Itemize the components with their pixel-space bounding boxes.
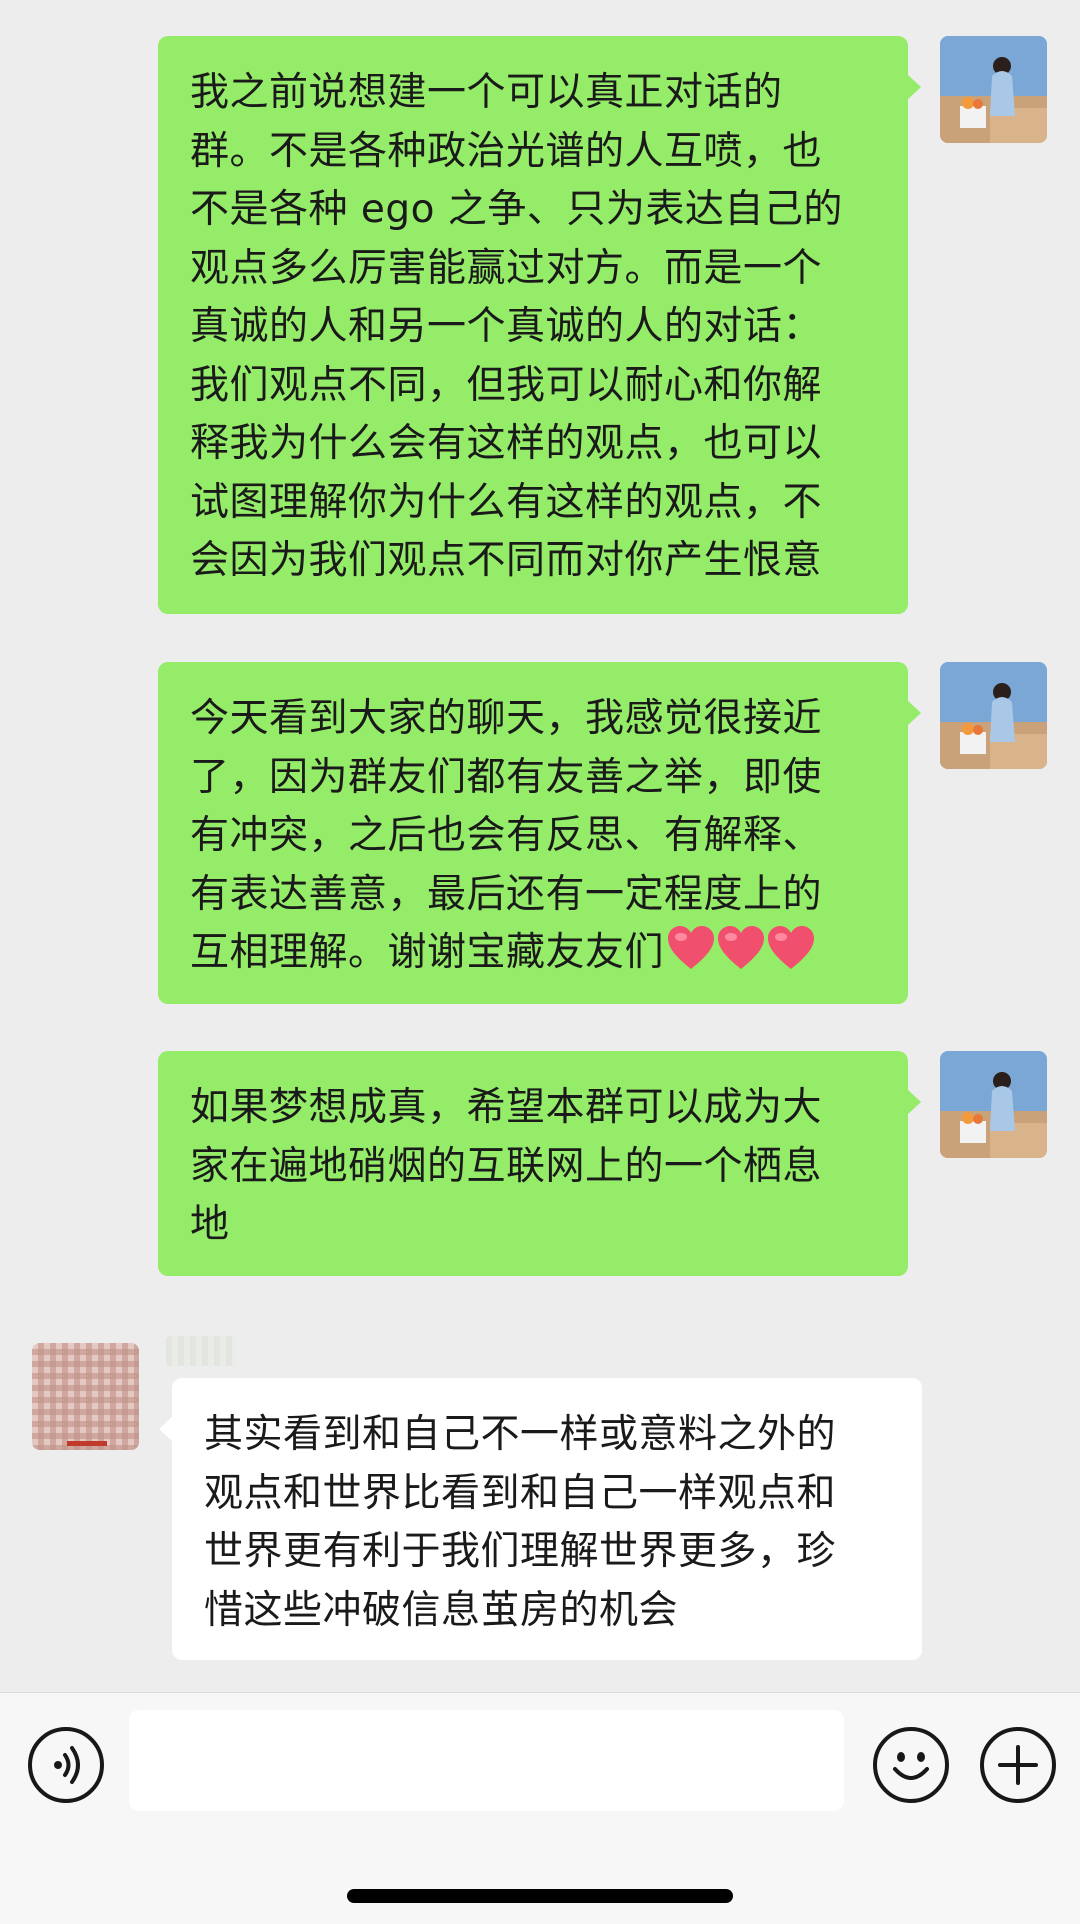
message-line: 有冲突，之后也会有反思、有解释、 — [190, 813, 823, 858]
more-button[interactable] — [980, 1727, 1056, 1803]
chat-area: 我之前说想建一个可以真正对话的 群。不是各种政治光谱的人互喷，也 不是各种 eg… — [0, 0, 1080, 1692]
message-line: 了，因为群友们都有友善之举，即使 — [190, 754, 823, 800]
message-line: 今天看到大家的聊天，我感觉很接近 — [190, 696, 823, 741]
voice-button[interactable] — [28, 1727, 104, 1803]
home-indicator[interactable] — [347, 1889, 733, 1903]
emoji-button[interactable] — [873, 1727, 949, 1803]
message-line: 会因为我们观点不同而对你产生恨意 — [190, 538, 823, 583]
message-bubble-sent[interactable]: 我之前说想建一个可以真正对话的 群。不是各种政治光谱的人互喷，也 不是各种 eg… — [158, 36, 921, 614]
message-line: 观点多么厉害能赢过对方。而是一个 — [190, 245, 823, 291]
message-line: 我们观点不同，但我可以耐心和你解 — [190, 362, 823, 408]
heart-icon — [768, 926, 815, 969]
message-line: 其实看到和自己不一样或意料之外的 — [204, 1412, 837, 1457]
message-line: 我之前说想建一个可以真正对话的 — [190, 70, 783, 115]
message-line-text: 互相理解。谢谢宝藏友友们 — [190, 930, 665, 975]
my-avatar[interactable] — [940, 36, 1047, 143]
message-line: 释我为什么会有这样的观点，也可以 — [190, 421, 823, 466]
my-avatar[interactable] — [940, 662, 1047, 769]
message-line: 世界更有利于我们理解世界更多，珍 — [204, 1529, 837, 1574]
input-bar — [0, 1692, 1080, 1924]
message-line: 惜这些冲破信息茧房的机会 — [204, 1587, 679, 1633]
message-line: 试图理解你为什么有这样的观点，不 — [190, 479, 823, 525]
contact-avatar[interactable] — [32, 1343, 139, 1450]
message-line: 家在遍地硝烟的互联网上的一个栖息 — [190, 1143, 823, 1189]
message-bubble-sent[interactable]: 如果梦想成真，希望本群可以成为大 家在遍地硝烟的互联网上的一个栖息 地 — [158, 1051, 921, 1276]
message-line: 如果梦想成真，希望本群可以成为大 — [190, 1085, 823, 1130]
message-bubble-sent[interactable]: 今天看到大家的聊天，我感觉很接近 了，因为群友们都有友善之举，即使 有冲突，之后… — [158, 662, 921, 1004]
message-line: 群。不是各种政治光谱的人互喷，也 — [190, 128, 823, 174]
message-bubble-received[interactable]: 其实看到和自己不一样或意料之外的 观点和世界比看到和自己一样观点和 世界更有利于… — [159, 1378, 922, 1660]
emoji-icon — [893, 1752, 929, 1780]
message-line: 有表达善意，最后还有一定程度上的 — [190, 871, 823, 917]
heart-icon — [668, 926, 715, 969]
my-avatar[interactable] — [940, 1051, 1047, 1158]
message-input[interactable] — [129, 1710, 844, 1811]
voice-icon — [54, 1746, 80, 1784]
message-line: 不是各种 ego 之争、只为表达自己的 — [190, 187, 843, 232]
message-line: 地 — [190, 1202, 230, 1247]
heart-icon — [718, 926, 765, 969]
message-line: 观点和世界比看到和自己一样观点和 — [204, 1470, 837, 1516]
message-line: 互相理解。谢谢宝藏友友们 — [190, 924, 876, 989]
sender-name-redacted — [166, 1336, 236, 1366]
message-line: 真诚的人和另一个真诚的人的对话： — [190, 304, 823, 349]
plus-icon — [998, 1745, 1038, 1785]
hearts-emoji-group — [666, 925, 816, 989]
